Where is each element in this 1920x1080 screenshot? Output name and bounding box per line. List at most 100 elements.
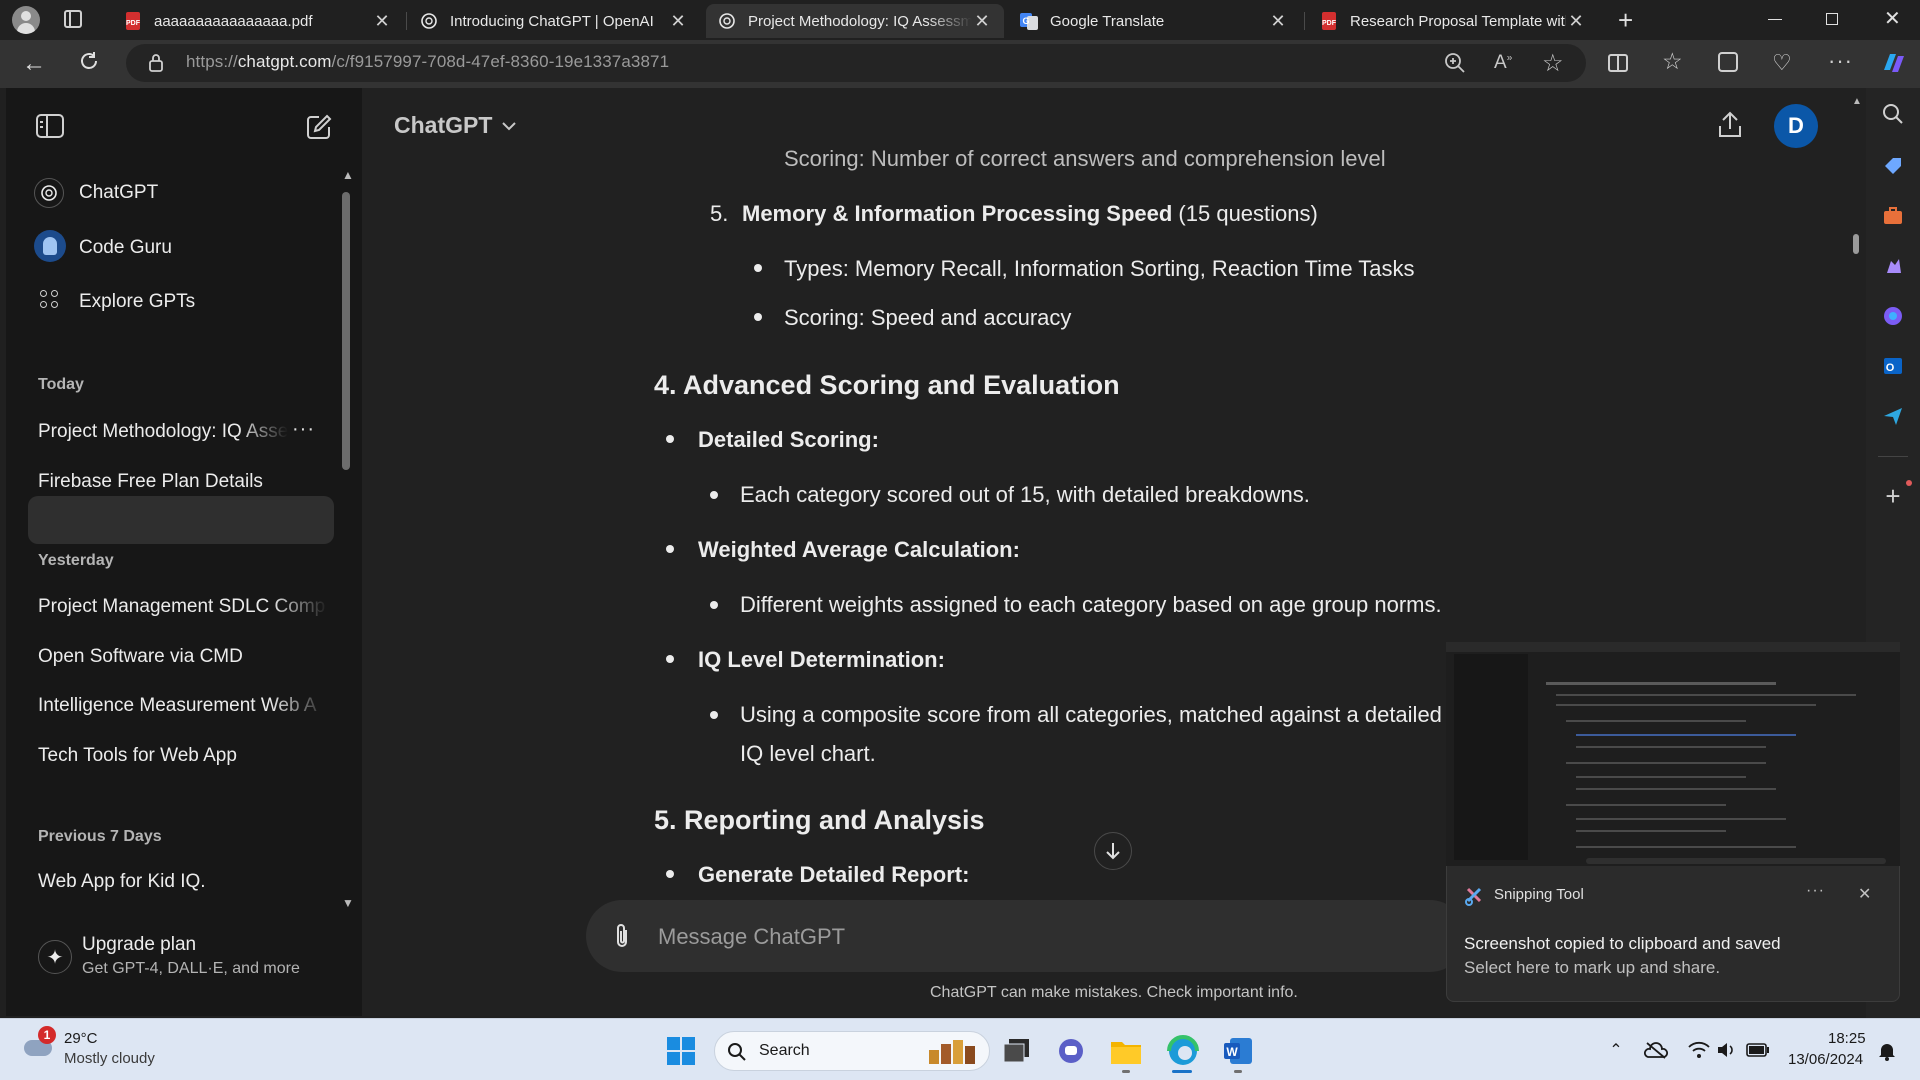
chat-item-kid-iq[interactable]: Web App for Kid IQ. [38,871,328,893]
model-selector[interactable]: ChatGPT [394,112,517,139]
outlook-icon[interactable]: O [1879,352,1907,380]
chat-item-sdlc[interactable]: Project Management SDLC Comp [38,596,328,618]
more-options-icon[interactable]: ··· [1828,48,1853,74]
close-tab-icon[interactable]: ✕ [972,11,992,31]
send-icon[interactable] [1879,402,1907,430]
tab-research-proposal[interactable]: PDF Research Proposal Template with ✕ [1308,4,1598,38]
weighted-average-label: Weighted Average Calculation: [698,537,1020,562]
close-tab-icon[interactable]: ✕ [668,11,688,31]
sidebar-scroll-down-icon[interactable]: ▼ [342,896,354,910]
tools-icon[interactable] [1879,202,1907,230]
screenshot-thumbnail[interactable] [1446,642,1900,866]
show-hidden-icons-icon[interactable]: ⌃ [1606,1040,1626,1060]
close-tab-icon[interactable]: ✕ [1566,11,1586,31]
notification-bell-icon[interactable] [1876,1040,1898,1062]
scroll-to-bottom-button[interactable] [1094,832,1132,870]
sidebar-scrollbar-thumb[interactable] [342,192,350,470]
toast-more-icon[interactable]: ··· [1806,882,1825,900]
games-icon[interactable] [1879,252,1907,280]
chat-item-intelligence-measurement[interactable]: Intelligence Measurement Web A [38,695,328,717]
close-tab-icon[interactable]: ✕ [1268,11,1288,31]
tab-project-methodology[interactable]: Project Methodology: IQ Assessm ✕ [706,4,1004,38]
profile-avatar[interactable] [12,6,40,34]
svg-text:G: G [1022,16,1029,26]
taskbar-indicator [1122,1070,1130,1073]
memory-types-text: Types: Memory Recall, Information Sortin… [784,256,1415,281]
message-input[interactable]: Message ChatGPT [658,924,845,950]
teams-chat-icon[interactable] [1056,1036,1086,1066]
new-chat-icon[interactable] [304,112,334,142]
clock-time[interactable]: 18:25 [1828,1030,1866,1047]
svg-text:W: W [1226,1045,1238,1059]
collections-icon[interactable] [1718,52,1738,72]
weather-widget[interactable]: 1 29°C Mostly cloudy [20,1026,170,1072]
url-text: https://chatgpt.com/c/f9157997-708d-47ef… [186,52,670,71]
cutoff-line: Scoring: Number of correct answers and c… [784,150,1386,171]
file-explorer-icon[interactable] [1110,1036,1142,1066]
taskbar-search[interactable]: Search [714,1031,990,1071]
sidebar-scroll-up-icon[interactable]: ▲ [342,168,354,182]
close-window-icon[interactable]: ✕ [1884,6,1901,31]
tab-pdf[interactable]: PDF aaaaaaaaaaaaaaaa.pdf ✕ [112,4,404,38]
active-chat-highlight[interactable] [28,496,334,544]
copilot-app-icon[interactable] [1879,302,1907,330]
openai-icon [718,12,736,30]
google-translate-icon: G [1020,12,1038,30]
minimize-icon[interactable] [1768,19,1782,20]
tag-icon[interactable] [1879,152,1907,180]
split-screen-icon[interactable] [1608,54,1628,72]
chevron-down-icon [502,121,517,131]
svg-text:PDF: PDF [126,20,141,27]
favorites-icon[interactable]: ☆ [1662,48,1683,75]
avatar[interactable]: D [1774,104,1818,148]
attach-icon[interactable] [612,922,632,950]
restore-icon[interactable] [1826,13,1838,25]
volume-icon[interactable] [1716,1040,1738,1060]
chat-item-firebase[interactable]: Firebase Free Plan Details [38,471,328,493]
tab-introducing-chatgpt[interactable]: Introducing ChatGPT | OpenAI ✕ [408,4,700,38]
svg-text:PDF: PDF [1322,20,1337,27]
svg-text:O: O [1886,362,1895,374]
chat-options-icon[interactable]: ··· [292,418,315,441]
back-icon[interactable]: ← [22,50,46,78]
chat-item-open-software[interactable]: Open Software via CMD [38,646,328,668]
memory-scoring-text: Scoring: Speed and accuracy [784,305,1072,330]
code-guru-avatar [34,230,66,262]
zoom-icon[interactable] [1444,52,1466,74]
share-icon[interactable] [1716,110,1744,140]
taskbar-active-indicator [1172,1070,1192,1073]
battery-icon[interactable] [1746,1040,1770,1060]
bullet [666,655,674,663]
wifi-icon[interactable] [1688,1040,1710,1060]
search-icon[interactable] [1879,100,1907,128]
toast-close-icon[interactable]: ✕ [1858,884,1871,904]
refresh-icon[interactable] [78,50,100,72]
word-icon[interactable]: W [1222,1034,1256,1068]
sidebar-item-chatgpt[interactable]: ChatGPT [79,182,158,204]
toggle-sidebar-icon[interactable] [36,114,64,138]
pdf-icon: PDF [124,12,142,30]
browser-essentials-icon[interactable]: ♡ [1772,50,1792,76]
bullet [754,264,762,272]
favorite-star-icon[interactable]: ☆ [1542,49,1564,78]
copilot-icon[interactable] [1878,48,1908,78]
edge-icon[interactable] [1166,1034,1200,1068]
close-tab-icon[interactable]: ✕ [372,11,392,31]
new-tab-icon[interactable]: + [1618,6,1633,34]
sidebar-item-code-guru[interactable]: Code Guru [79,237,172,259]
chat-item-tech-tools[interactable]: Tech Tools for Web App [38,745,328,767]
task-view-icon[interactable] [1002,1036,1032,1066]
upgrade-plan-button[interactable]: ✦ Upgrade plan Get GPT-4, DALL·E, and mo… [28,928,338,994]
tab-actions-icon[interactable] [64,10,82,28]
read-aloud-icon[interactable]: A» [1494,52,1512,74]
tab-google-translate[interactable]: G Google Translate ✕ [1008,4,1300,38]
sidebar-item-explore-gpts[interactable]: Explore GPTs [79,291,195,313]
lock-icon[interactable] [148,53,164,73]
clock-date[interactable]: 13/06/2024 [1788,1051,1863,1068]
tab-title: aaaaaaaaaaaaaaaa.pdf [154,12,313,30]
start-icon[interactable] [666,1036,696,1066]
onedrive-off-icon[interactable] [1644,1040,1668,1060]
bullet [754,313,762,321]
chat-item-project-methodology[interactable]: Project Methodology: IQ Asse [38,421,288,443]
add-icon[interactable]: + [1879,481,1907,511]
